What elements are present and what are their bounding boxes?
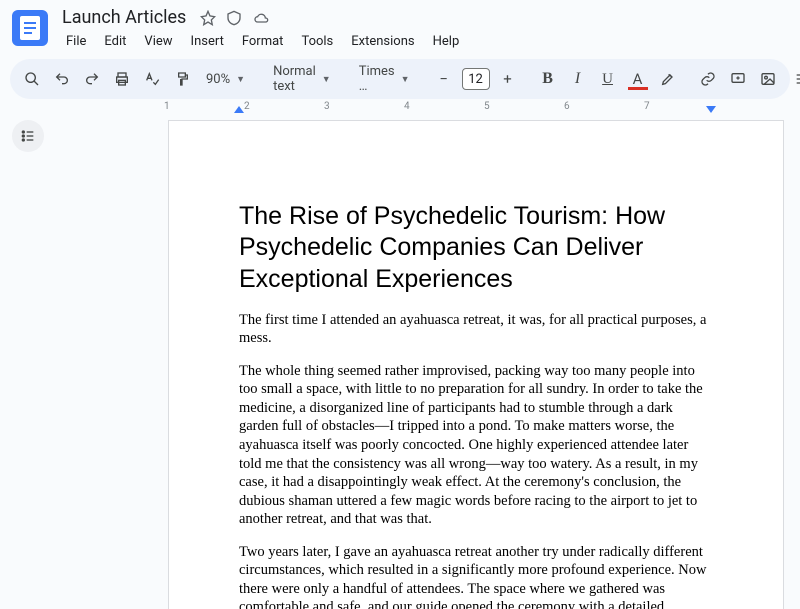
document-heading[interactable]: The Rise of Psychedelic Tourism: How Psy… <box>239 201 713 295</box>
ruler-number: 4 <box>404 101 410 112</box>
ruler-number: 7 <box>644 101 650 112</box>
add-comment-button[interactable] <box>724 65 752 93</box>
cloud-status-icon[interactable] <box>252 10 270 26</box>
chevron-down-icon: ▼ <box>236 74 245 85</box>
highlight-color-button[interactable] <box>654 65 682 93</box>
horizontal-ruler[interactable]: 1 2 3 4 5 6 7 <box>166 100 786 116</box>
paint-format-icon[interactable] <box>168 65 196 93</box>
docs-logo[interactable] <box>12 10 48 46</box>
zoom-value: 90% <box>206 72 230 87</box>
menu-edit[interactable]: Edit <box>96 30 134 53</box>
print-icon[interactable] <box>108 65 136 93</box>
italic-button[interactable]: I <box>564 65 592 93</box>
increase-font-size-button[interactable]: + <box>494 65 522 93</box>
spellcheck-icon[interactable] <box>138 65 166 93</box>
left-rail <box>0 100 56 609</box>
menu-help[interactable]: Help <box>425 30 468 53</box>
paragraph[interactable]: The first time I attended an ayahuasca r… <box>239 311 713 348</box>
menu-bar: File Edit View Insert Format Tools Exten… <box>58 30 467 53</box>
search-menus-icon[interactable] <box>18 65 46 93</box>
font-size-input[interactable]: 12 <box>462 68 490 90</box>
undo-icon[interactable] <box>48 65 76 93</box>
ruler-number: 6 <box>564 101 570 112</box>
chevron-down-icon: ▼ <box>322 74 331 85</box>
decrease-font-size-button[interactable]: − <box>430 65 458 93</box>
paragraph-style-select[interactable]: Normal text ▼ <box>265 65 339 93</box>
right-margin-marker[interactable] <box>706 106 716 113</box>
outline-toggle-button[interactable] <box>12 120 44 152</box>
font-select[interactable]: Times … ▼ <box>351 65 418 93</box>
ruler-number: 5 <box>484 101 490 112</box>
text-color-button[interactable]: A <box>624 65 652 93</box>
underline-button[interactable]: U <box>594 65 622 93</box>
move-icon[interactable] <box>226 10 242 26</box>
document-page[interactable]: The Rise of Psychedelic Tourism: How Psy… <box>168 120 784 609</box>
menu-view[interactable]: View <box>136 30 180 53</box>
insert-image-button[interactable] <box>754 65 782 93</box>
paragraph[interactable]: Two years later, I gave an ayahuasca ret… <box>239 543 713 609</box>
paragraph[interactable]: The whole thing seemed rather improvised… <box>239 362 713 529</box>
toolbar: 90% ▼ Normal text ▼ Times … ▼ − 12 + B I… <box>10 59 790 99</box>
chevron-down-icon: ▼ <box>401 74 410 85</box>
menu-tools[interactable]: Tools <box>293 30 341 53</box>
document-title[interactable]: Launch Articles <box>58 6 190 29</box>
ruler-number: 2 <box>244 101 250 112</box>
ruler-number: 3 <box>324 101 330 112</box>
ruler-number: 1 <box>164 101 170 112</box>
menu-format[interactable]: Format <box>234 30 292 53</box>
paragraph-style-value: Normal text <box>273 64 316 94</box>
title-bar: Launch Articles File Edit View Insert Fo… <box>0 0 800 53</box>
menu-extensions[interactable]: Extensions <box>343 30 422 53</box>
bold-button[interactable]: B <box>534 65 562 93</box>
zoom-select[interactable]: 90% ▼ <box>198 65 253 93</box>
menu-insert[interactable]: Insert <box>183 30 232 53</box>
font-value: Times … <box>359 64 395 94</box>
align-button[interactable]: ▼ <box>794 65 800 93</box>
insert-link-button[interactable] <box>694 65 722 93</box>
star-icon[interactable] <box>200 10 216 26</box>
redo-icon[interactable] <box>78 65 106 93</box>
document-scroll-area[interactable]: 1 2 3 4 5 6 7 The Rise of Psychedelic To… <box>56 100 800 609</box>
menu-file[interactable]: File <box>58 30 94 53</box>
left-indent-marker[interactable] <box>234 106 244 113</box>
